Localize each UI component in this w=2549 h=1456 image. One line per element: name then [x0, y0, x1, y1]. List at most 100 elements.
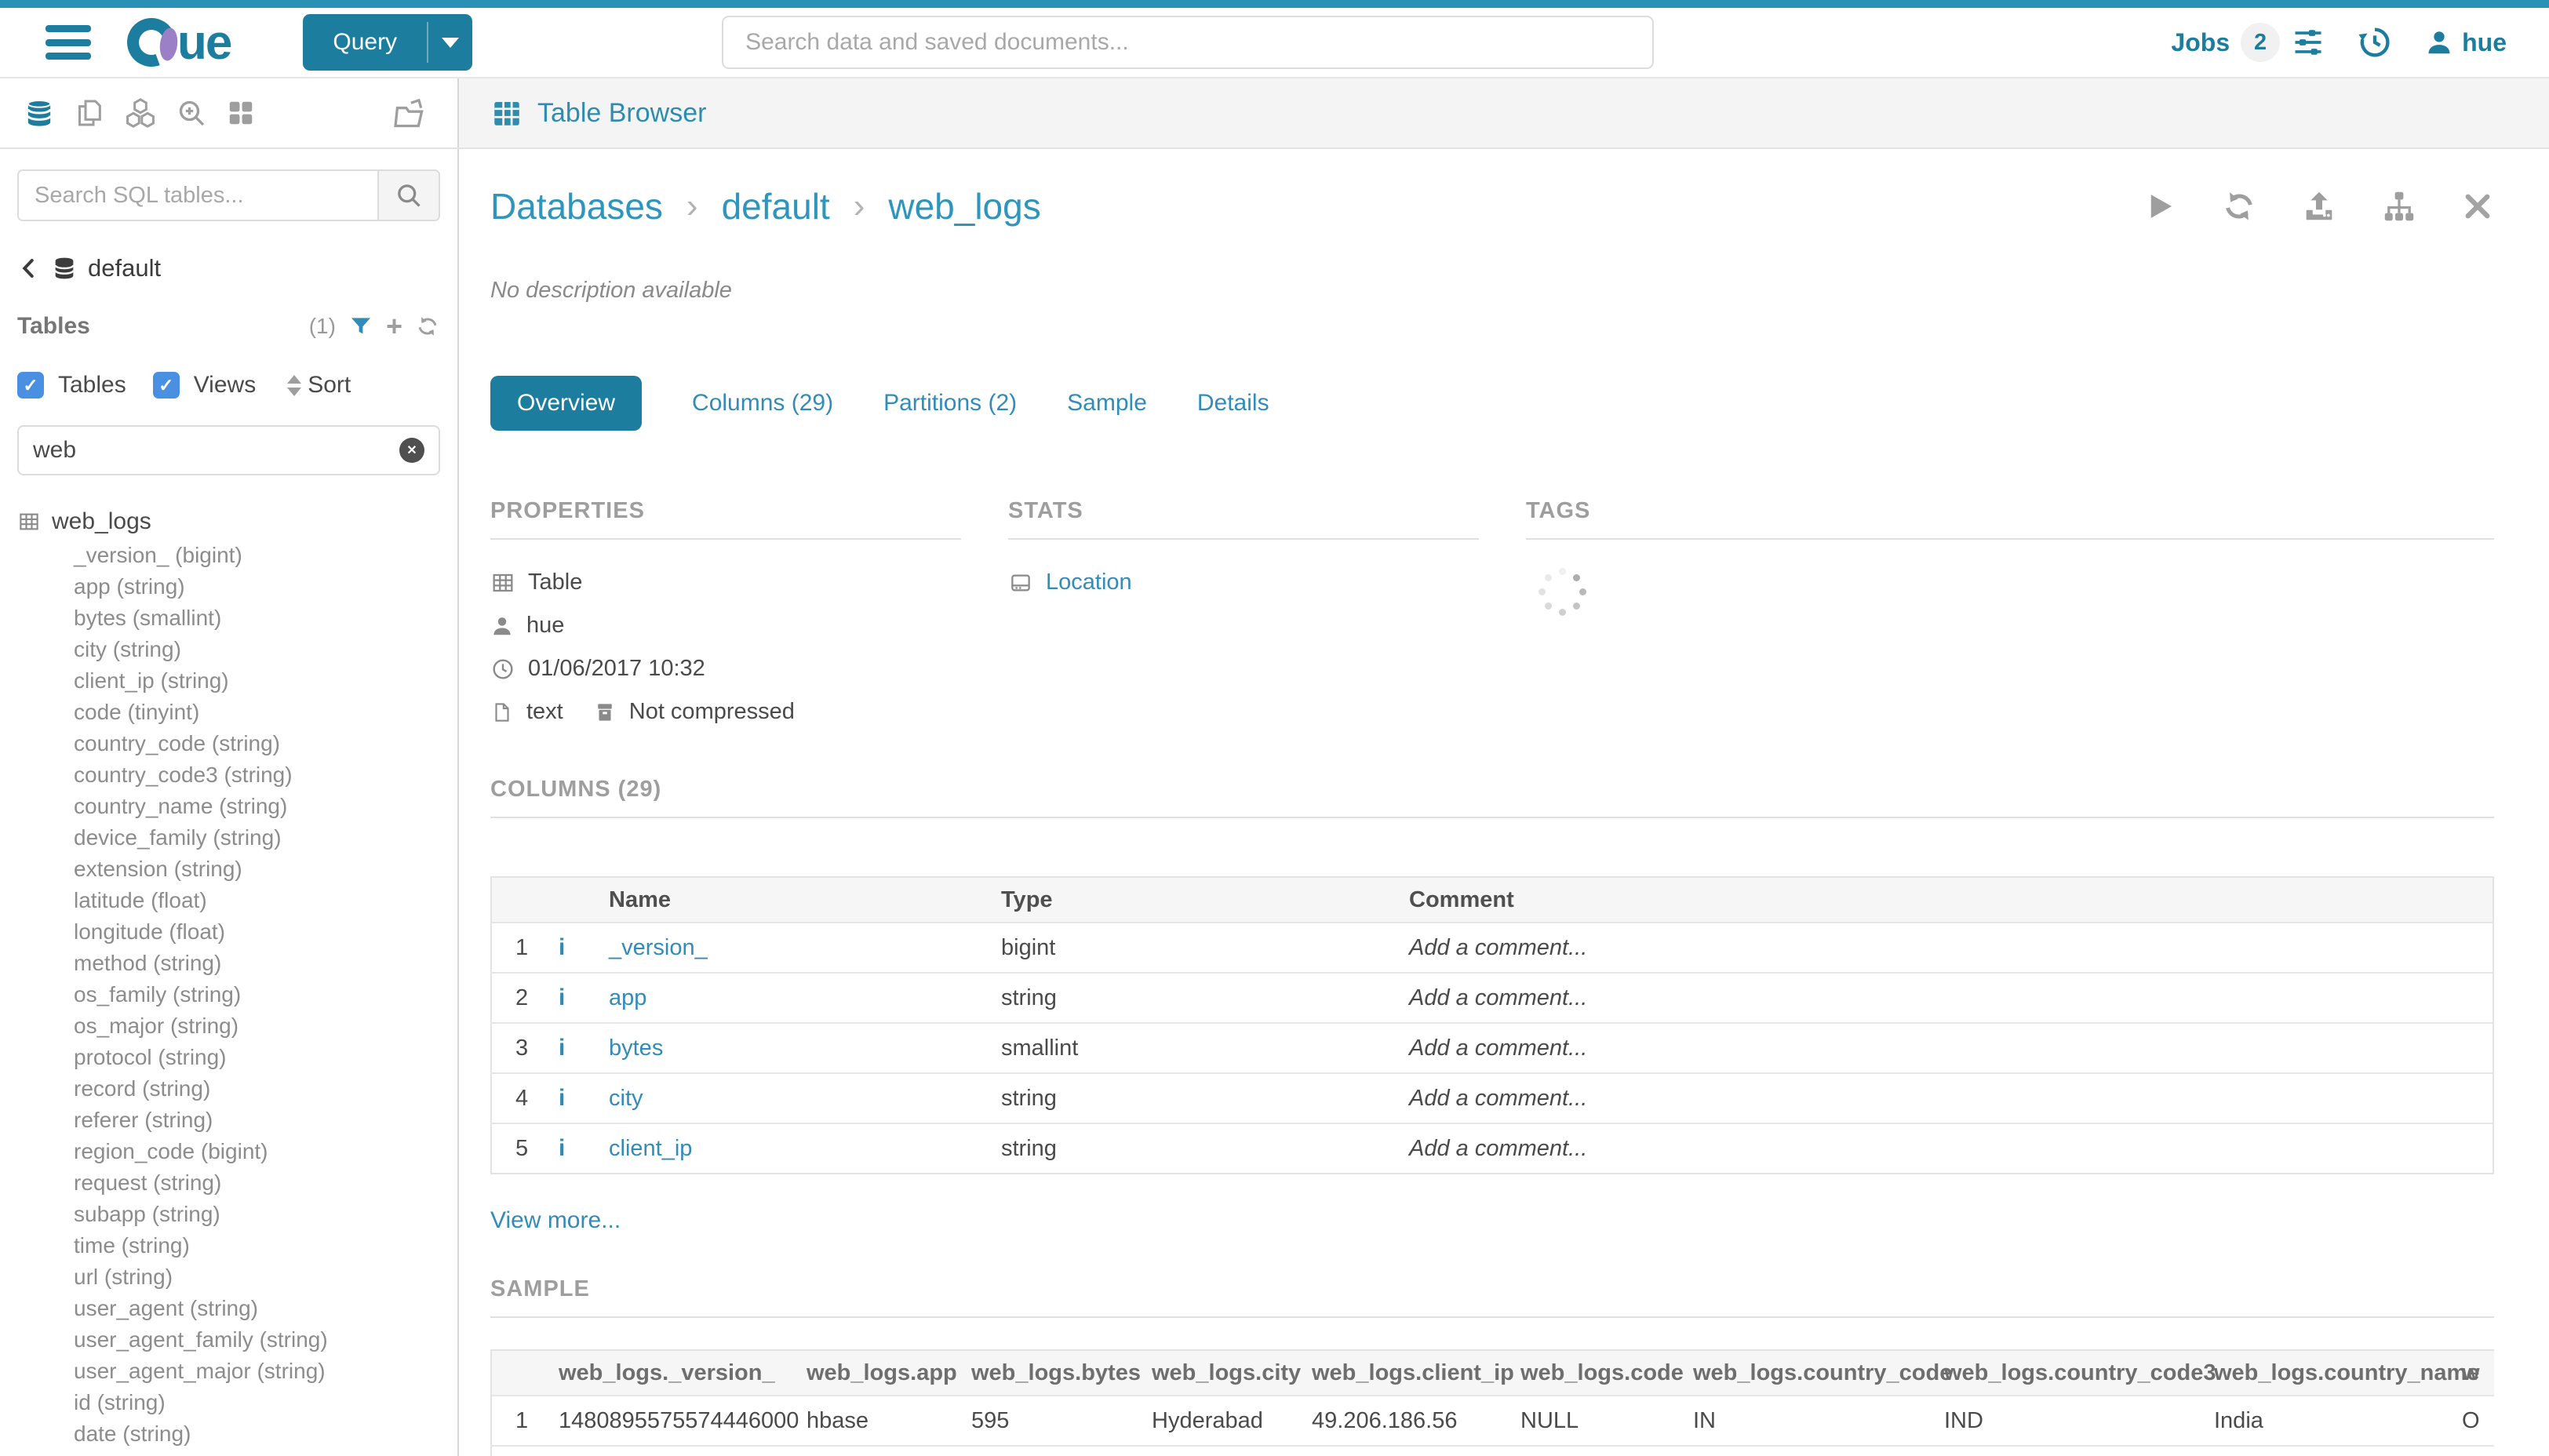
sample-table-scroll-area[interactable]: web_logs._version_ web_logs.app web_logs…	[490, 1349, 2494, 1456]
current-database-label[interactable]: default	[88, 254, 161, 282]
query-caret-icon[interactable]	[428, 14, 472, 71]
column-name-link[interactable]: client_ip	[609, 1136, 692, 1161]
sidebar-column-item[interactable]: longitude (float)	[17, 916, 440, 948]
sql-search-input[interactable]	[19, 171, 377, 220]
jobs-link[interactable]: Jobs 2	[2171, 23, 2325, 62]
stats-location-link[interactable]: Location	[1046, 570, 1132, 595]
sidebar-column-item[interactable]: os_family (string)	[17, 979, 440, 1010]
sidebar-column-item[interactable]: country_code (string)	[17, 728, 440, 759]
column-comment[interactable]: Add a comment...	[1398, 1023, 2493, 1073]
sidebar-column-item[interactable]: id (string)	[17, 1387, 440, 1418]
views-checkbox-label: Views	[194, 372, 256, 399]
sidebar-column-item[interactable]: date (string)	[17, 1418, 440, 1450]
sidebar-column-item[interactable]: country_name (string)	[17, 791, 440, 822]
sidebar-column-item[interactable]: code (tinyint)	[17, 697, 440, 728]
column-comment[interactable]: Add a comment...	[1398, 1073, 2493, 1123]
breadcrumb-databases[interactable]: Databases	[490, 185, 663, 228]
table-row: 2 app string Add a comment...	[491, 973, 2493, 1023]
table-filter-input[interactable]	[33, 437, 399, 464]
refresh-icon[interactable]	[2221, 188, 2257, 224]
column-comment[interactable]: Add a comment...	[1398, 923, 2493, 973]
hue-logo[interactable]: ue	[127, 15, 231, 71]
table-list-item-web-logs[interactable]: web_logs	[17, 504, 440, 540]
sidebar-column-item[interactable]: country_code3 (string)	[17, 759, 440, 791]
info-icon[interactable]	[559, 1085, 565, 1111]
sidebar-column-item[interactable]: os_major (string)	[17, 1010, 440, 1042]
sidebar-column-item[interactable]: referer (string)	[17, 1105, 440, 1136]
upload-icon[interactable]	[2301, 188, 2337, 224]
query-button[interactable]: Query	[303, 14, 472, 71]
database-icon	[52, 256, 77, 281]
tab-columns[interactable]: Columns (29)	[692, 390, 833, 417]
filter-icon[interactable]	[348, 314, 373, 339]
sitemap-icon[interactable]	[2381, 188, 2417, 224]
sample-cell: 49.206.186.56	[1301, 1396, 1509, 1446]
breadcrumb-table[interactable]: web_logs	[888, 185, 1040, 228]
search-icon[interactable]	[377, 171, 439, 220]
column-name-link[interactable]: _version_	[609, 935, 708, 960]
hamburger-icon[interactable]	[46, 25, 91, 60]
sidebar-column-item[interactable]: subapp (string)	[17, 1199, 440, 1230]
user-menu[interactable]: hue	[2424, 27, 2507, 57]
sort-control[interactable]: Sort	[287, 372, 351, 399]
sidebar-column-item[interactable]: user_agent (string)	[17, 1293, 440, 1324]
sidebar-column-item[interactable]: protocol (string)	[17, 1042, 440, 1073]
global-search-input[interactable]	[722, 16, 1654, 69]
play-icon[interactable]	[2144, 190, 2177, 223]
loading-spinner	[1537, 566, 1587, 617]
sidebar-column-item[interactable]: record (string)	[17, 1073, 440, 1105]
column-name-link[interactable]: app	[609, 985, 646, 1010]
sample-cell: IN	[1682, 1396, 1933, 1446]
sidebar-column-item[interactable]: latitude (float)	[17, 885, 440, 916]
tab-sample[interactable]: Sample	[1067, 390, 1147, 417]
sidebar-column-item[interactable]: user_agent_family (string)	[17, 1324, 440, 1356]
assist-documents-icon[interactable]	[74, 97, 105, 129]
sidebar-column-item[interactable]: city (string)	[17, 634, 440, 665]
sidebar-column-item[interactable]: time (string)	[17, 1230, 440, 1261]
assist-database-icon[interactable]	[24, 97, 55, 129]
tab-partitions[interactable]: Partitions (2)	[883, 390, 1017, 417]
sample-table: web_logs._version_ web_logs.app web_logs…	[490, 1349, 2494, 1456]
tab-details[interactable]: Details	[1197, 390, 1269, 417]
column-comment[interactable]: Add a comment...	[1398, 973, 2493, 1023]
clear-icon[interactable]	[399, 438, 424, 463]
stats-title: STATS	[1008, 498, 1479, 524]
column-name-link[interactable]: bytes	[609, 1036, 663, 1061]
tables-checkbox[interactable]	[17, 372, 44, 399]
tab-overview[interactable]: Overview	[490, 376, 642, 431]
column-comment[interactable]: Add a comment...	[1398, 1123, 2493, 1174]
assist-functions-icon[interactable]	[124, 96, 157, 129]
sidebar-column-item[interactable]: method (string)	[17, 948, 440, 979]
sidebar-column-item[interactable]: user_agent_major (string)	[17, 1356, 440, 1387]
chevron-left-icon[interactable]	[17, 257, 41, 280]
sample-col-header: web_logs.country_name	[2203, 1350, 2451, 1396]
sidebar-column-item[interactable]: request (string)	[17, 1167, 440, 1199]
column-name-link[interactable]: city	[609, 1086, 643, 1111]
info-icon[interactable]	[559, 985, 565, 1010]
sidebar-column-item[interactable]: url (string)	[17, 1261, 440, 1293]
assist-apps-icon[interactable]	[226, 98, 256, 128]
sidebar-column-item[interactable]: extension (string)	[17, 854, 440, 885]
sidebar-column-item[interactable]: region_code (bigint)	[17, 1136, 440, 1167]
add-icon[interactable]: +	[386, 312, 402, 340]
breadcrumb-database[interactable]: default	[722, 185, 830, 228]
info-icon[interactable]	[559, 1035, 565, 1061]
jobs-sliders-icon[interactable]	[2291, 25, 2325, 60]
sidebar-column-item[interactable]: client_ip (string)	[17, 665, 440, 697]
assist-import-icon[interactable]	[392, 96, 427, 130]
sidebar-column-item[interactable]: device_family (string)	[17, 822, 440, 854]
history-icon[interactable]	[2357, 24, 2393, 60]
sidebar-column-item[interactable]: app (string)	[17, 571, 440, 602]
top-navbar: ue Query Jobs 2 hue	[0, 8, 2549, 78]
view-more-link[interactable]: View more...	[490, 1207, 621, 1233]
close-icon[interactable]	[2461, 190, 2494, 223]
sample-col-header: web_logs._version_	[548, 1350, 796, 1396]
views-checkbox[interactable]	[153, 372, 180, 399]
sidebar-column-item[interactable]: _version_ (bigint)	[17, 540, 440, 571]
info-icon[interactable]	[559, 1135, 565, 1161]
sidebar-column-item[interactable]: bytes (smallint)	[17, 602, 440, 634]
info-icon[interactable]	[559, 934, 565, 960]
assist-zoom-icon[interactable]	[176, 97, 207, 129]
table-row: 1 _version_ bigint Add a comment...	[491, 923, 2493, 973]
refresh-icon[interactable]	[415, 314, 440, 339]
